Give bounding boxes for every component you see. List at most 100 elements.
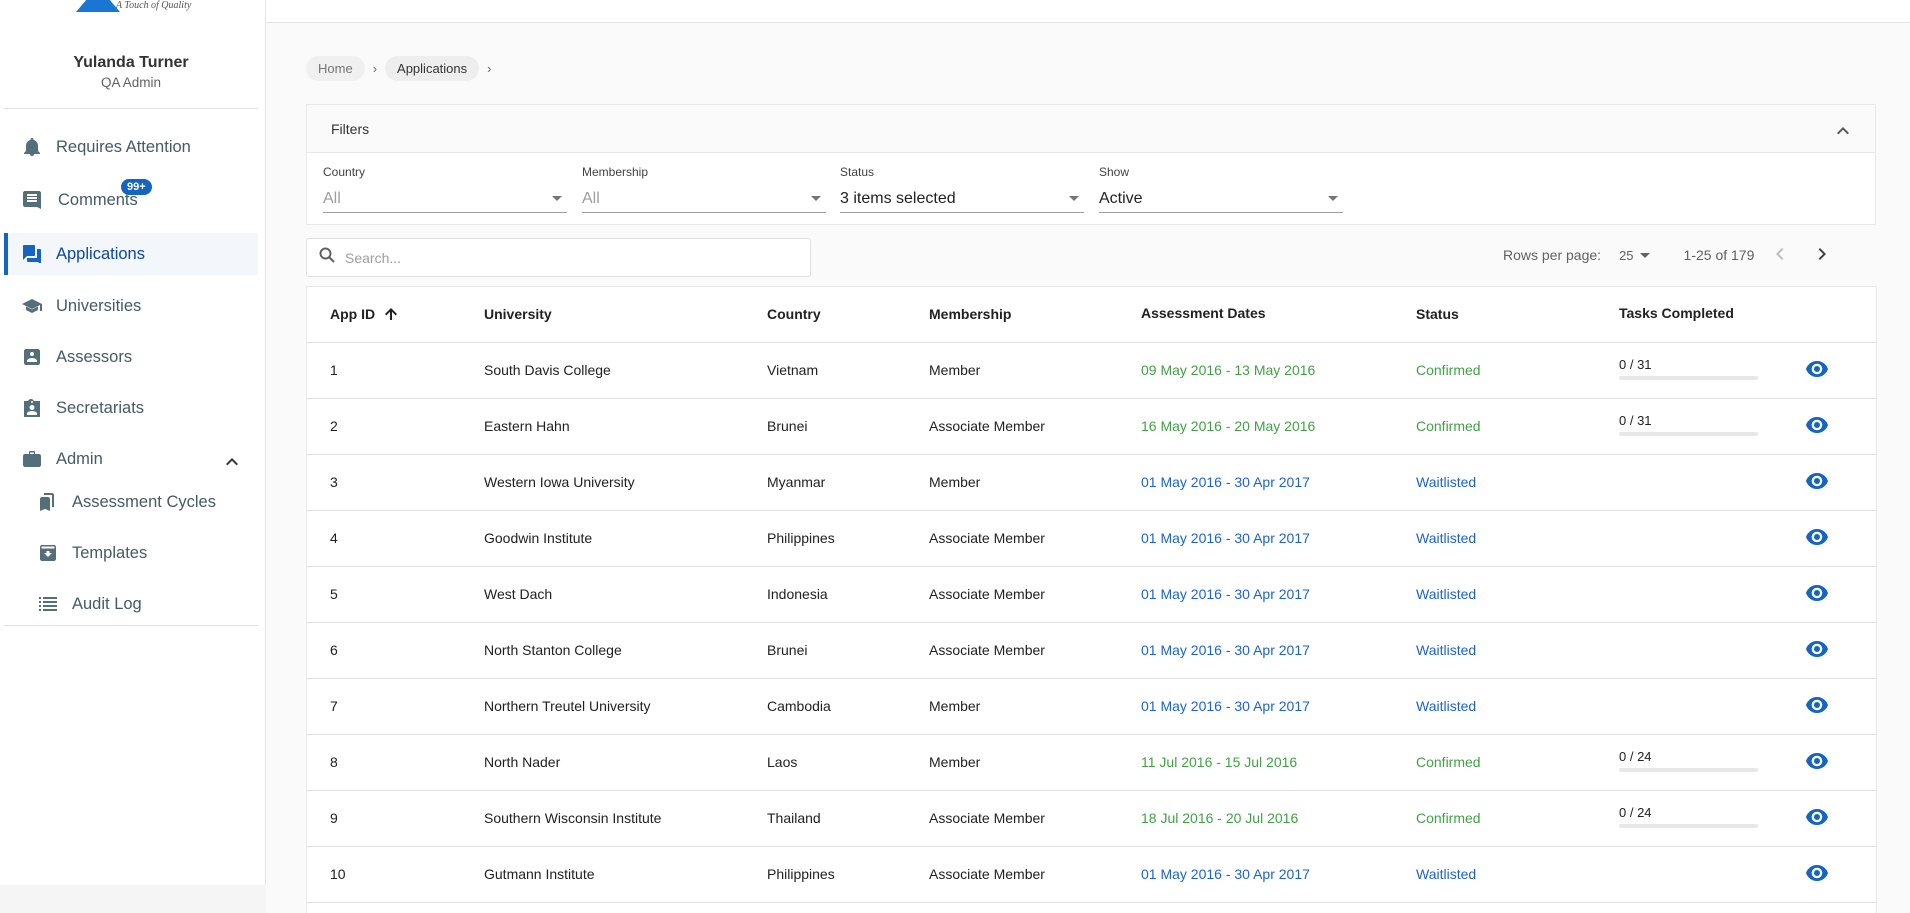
sidebar-item-comments[interactable]: Comments 99+ <box>4 179 258 221</box>
view-button[interactable] <box>1806 417 1828 436</box>
cell-country: Cambodia <box>767 698 831 714</box>
sidebar-item-universities[interactable]: Universities <box>4 285 258 327</box>
applications-table: App ID University Country Membership Ass… <box>306 286 1877 913</box>
previous-page-button[interactable] <box>1776 247 1784 263</box>
tasks-count: 0 / 31 <box>1619 357 1652 372</box>
sidebar-item-label: Applications <box>56 244 145 263</box>
column-header-app-id[interactable]: App ID <box>330 306 397 323</box>
country-select[interactable]: All <box>323 185 567 213</box>
cell-membership: Member <box>929 698 981 714</box>
cell-country: Philippines <box>767 866 835 882</box>
bell-icon <box>22 137 42 157</box>
divider <box>4 108 258 109</box>
view-button[interactable] <box>1806 529 1828 548</box>
view-button[interactable] <box>1806 585 1828 604</box>
cell-app-id: 4 <box>330 530 338 546</box>
cell-membership: Associate Member <box>929 586 1045 602</box>
sidebar-item-admin[interactable]: Admin <box>4 438 258 480</box>
chevron-up-icon[interactable] <box>226 452 238 471</box>
comments-count-badge: 99+ <box>121 179 152 195</box>
cell-membership: Associate Member <box>929 810 1045 826</box>
show-select[interactable]: Active <box>1099 185 1343 213</box>
table-row[interactable]: 1 South Davis College Vietnam Member 09 May … <box>307 343 1876 399</box>
table-row[interactable]: 6 North Stanton College Brunei Associate Me… <box>307 623 1876 679</box>
user-role: QA Admin <box>100 75 162 90</box>
membership-select[interactable]: All <box>582 185 826 213</box>
breadcrumb-applications[interactable]: Applications <box>385 56 480 81</box>
search-input[interactable] <box>345 249 785 266</box>
column-header-status[interactable]: Status <box>1416 306 1459 322</box>
cell-university: Goodwin Institute <box>484 530 593 546</box>
cell-tasks-completed: 0 / 24 <box>1619 749 1758 772</box>
filters-panel: Filters Country All Membership All Statu… <box>306 104 1876 225</box>
column-header-country[interactable]: Country <box>767 306 821 322</box>
cell-assessment-dates: 11 Jul 2016 - 15 Jul 2016 <box>1141 754 1298 770</box>
table-row[interactable]: 8 North Nader Laos Member 11 Jul 2016 - 15 J… <box>307 735 1876 791</box>
rows-per-page-value: 25 <box>1619 247 1634 263</box>
sidebar-item-requires-attention[interactable]: Requires Attention <box>4 126 258 168</box>
sidebar-item-secretariats[interactable]: Secretariats <box>4 387 258 429</box>
sidebar-item-templates[interactable]: Templates <box>4 532 258 574</box>
account-box-icon <box>22 347 42 367</box>
cell-status: Waitlisted <box>1416 698 1477 714</box>
table-row[interactable]: 9 Southern Wisconsin Institute Thailand Ass… <box>307 791 1876 847</box>
chevron-left-icon <box>1776 247 1784 263</box>
table-row[interactable]: 3 Western Iowa University Myanmar Member 01 … <box>307 455 1876 511</box>
column-header-membership[interactable]: Membership <box>929 306 1011 322</box>
country-select-value: All <box>323 189 341 207</box>
view-button[interactable] <box>1806 697 1828 716</box>
tasks-progress-bar <box>1619 824 1758 828</box>
sidebar-footer <box>0 885 266 913</box>
cell-app-id: 10 <box>330 866 346 882</box>
filters-title: Filters <box>331 120 370 137</box>
cell-status: Confirmed <box>1416 810 1481 826</box>
tasks-count: 0 / 24 <box>1619 749 1652 764</box>
cell-status: Waitlisted <box>1416 642 1477 658</box>
cell-app-id: 6 <box>330 642 338 658</box>
chevron-up-icon[interactable] <box>1837 122 1849 138</box>
table-row[interactable]: 4 Goodwin Institute Philippines Associate M… <box>307 511 1876 567</box>
column-header-university[interactable]: University <box>484 306 552 322</box>
view-button[interactable] <box>1806 641 1828 660</box>
cell-tasks-completed: 0 / 31 <box>1619 357 1758 380</box>
next-page-button[interactable] <box>1818 247 1827 263</box>
table-row[interactable]: 5 West Dach Indonesia Associate Member 01 Ma… <box>307 567 1876 623</box>
table-row[interactable]: 2 Eastern Hahn Brunei Associate Member 16 Ma… <box>307 399 1876 455</box>
sidebar-item-applications[interactable]: Applications <box>4 233 258 275</box>
sidebar: A Touch of Quality Yulanda Turner QA Adm… <box>0 0 266 885</box>
breadcrumb-home[interactable]: Home <box>306 56 365 81</box>
column-header-assessment-dates[interactable]: Assessment Dates <box>1141 305 1266 321</box>
view-button[interactable] <box>1806 753 1828 772</box>
view-button[interactable] <box>1806 361 1828 380</box>
view-button[interactable] <box>1806 865 1828 884</box>
sidebar-item-audit-log[interactable]: Audit Log <box>4 583 258 625</box>
cell-status: Waitlisted <box>1416 586 1477 602</box>
breadcrumb: Home › Applications › <box>306 56 499 81</box>
dropdown-arrow-icon <box>1069 196 1079 201</box>
graduation-cap-icon <box>22 296 42 316</box>
rows-per-page-select[interactable]: 25 <box>1619 247 1650 263</box>
column-header-tasks-completed[interactable]: Tasks Completed <box>1619 305 1734 321</box>
cell-assessment-dates: 16 May 2016 - 20 May 2016 <box>1141 418 1316 434</box>
dropdown-arrow-icon <box>552 196 562 201</box>
cell-university: North Nader <box>484 754 561 770</box>
cell-membership: Associate Member <box>929 530 1045 546</box>
show-select-value: Active <box>1099 189 1143 207</box>
view-button[interactable] <box>1806 809 1828 828</box>
eye-icon <box>1806 473 1828 492</box>
sidebar-item-assessors[interactable]: Assessors <box>4 336 258 378</box>
show-filter-label: Show <box>1099 165 1130 179</box>
sidebar-item-assessment-cycles[interactable]: Assessment Cycles <box>4 481 258 523</box>
brand-tagline: A Touch of Quality <box>116 0 192 11</box>
table-row[interactable]: 7 Northern Treutel University Cambodia Memb… <box>307 679 1876 735</box>
view-button[interactable] <box>1806 473 1828 492</box>
top-app-bar <box>266 0 1910 23</box>
comment-icon <box>22 190 42 210</box>
filters-header[interactable]: Filters <box>307 105 1875 153</box>
sidebar-item-label: Requires Attention <box>56 137 191 156</box>
archive-icon <box>38 543 58 563</box>
table-row[interactable]: 10 Gutmann Institute Philippines Associate … <box>307 847 1876 903</box>
status-select[interactable]: 3 items selected <box>840 185 1084 213</box>
cell-membership: Member <box>929 474 981 490</box>
cell-status: Waitlisted <box>1416 866 1477 882</box>
